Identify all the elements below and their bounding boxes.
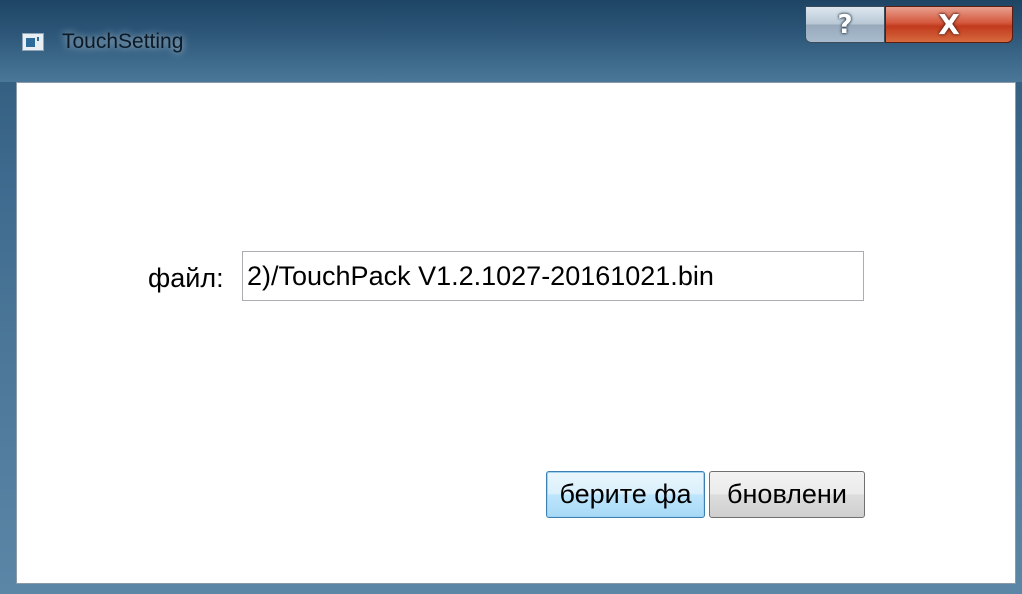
close-button[interactable]: X [885, 6, 1013, 43]
question-mark-icon: ? [837, 9, 853, 40]
update-button-label: бновлени [727, 479, 847, 509]
file-label: файл: [148, 263, 224, 293]
title-bar[interactable]: TouchSetting ? X [0, 0, 1022, 82]
update-button[interactable]: бновлени [709, 471, 865, 518]
help-button[interactable]: ? [805, 6, 885, 43]
dialog-window: TouchSetting ? X файл: берите фа бновлен… [0, 0, 1022, 594]
window-title: TouchSetting [62, 30, 184, 53]
select-file-button[interactable]: берите фа [546, 471, 705, 518]
file-path-input[interactable] [242, 251, 864, 301]
close-icon: X [938, 8, 960, 41]
app-window-icon [22, 33, 44, 51]
select-file-button-label: берите фа [559, 479, 692, 509]
dialog-content [16, 82, 1016, 584]
